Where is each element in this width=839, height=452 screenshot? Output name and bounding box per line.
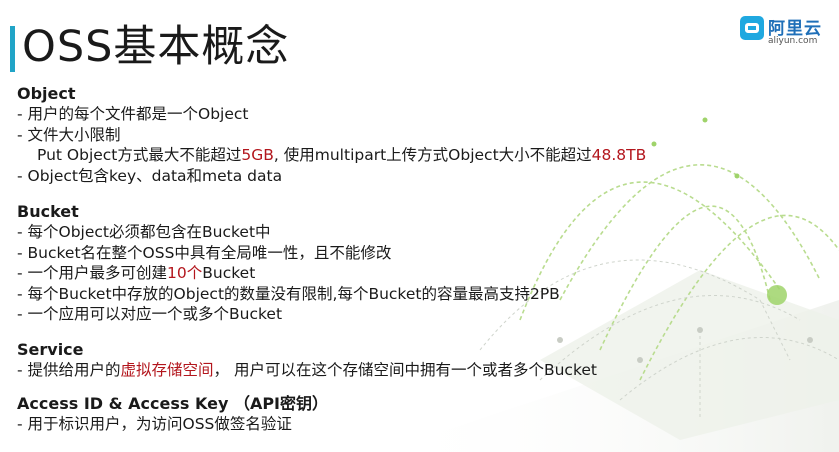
object-item-2: - 文件大小限制 <box>17 125 121 144</box>
object-item-1: - 用户的每个文件都是一个Object <box>17 105 249 123</box>
bucket-item-5: - 一个应用可以对应一个或多个Bucket <box>17 305 283 323</box>
logo-url: aliyun.com <box>768 36 818 46</box>
object-item-4: - Object包含key、data和meta data <box>17 166 283 185</box>
aliyun-logo: 阿里云 aliyun.com <box>740 14 836 48</box>
section-heading-bucket: Bucket <box>17 202 79 221</box>
slide-title: OSS基本概念 <box>22 22 290 72</box>
section-heading-access: Access ID & Access Key （API密钥） <box>17 394 329 413</box>
section-heading-service: Service <box>17 339 84 359</box>
aliyun-logo-icon <box>740 16 764 40</box>
bucket-item-1: - 每个Object必须都包含在Bucket中 <box>17 223 271 241</box>
virtual-storage-highlight: 虚拟存储空间 <box>120 360 214 379</box>
object-item-3-text-1: Put Object方式最大不能超过 <box>37 146 242 164</box>
bucket-item-3-text-1: - 一个用户最多可创建 <box>17 264 168 282</box>
bucket-item-2: - Bucket名在整个OSS中具有全局唯一性，且不能修改 <box>17 243 392 262</box>
service-item-1-text-2: ， 用户可以在这个存储空间中拥有一个或者多个Bucket <box>213 360 597 379</box>
bucket-count-highlight: 10个 <box>167 264 203 282</box>
service-item-1-text-1: - 提供给用户的 <box>17 360 121 379</box>
section-heading-object: Object <box>17 84 76 103</box>
bucket-item-4: - 每个Bucket中存放的Object的数量没有限制,每个Bucket的容量最… <box>17 284 560 303</box>
object-item-3: Put Object方式最大不能超过5GB, 使用multipart上传方式Ob… <box>17 145 837 166</box>
service-item-1: - 提供给用户的虚拟存储空间， 用户可以在这个存储空间中拥有一个或者多个Buck… <box>17 360 837 381</box>
object-item-3-text-2: , 使用multipart上传方式Object大小不能超过 <box>273 146 592 164</box>
multipart-size-limit-highlight: 48.8TB <box>591 146 647 164</box>
slide-content: Object - 用户的每个文件都是一个Object - 文件大小限制 Put … <box>17 84 837 435</box>
object-size-limit-highlight: 5GB <box>241 146 274 164</box>
bucket-item-3: - 一个用户最多可创建10个Bucket <box>17 263 837 284</box>
bucket-item-3-text-2: Bucket <box>202 264 256 282</box>
title-accent-bar <box>10 26 15 72</box>
access-item-1: - 用于标识用户，为访问OSS做签名验证 <box>17 415 292 433</box>
